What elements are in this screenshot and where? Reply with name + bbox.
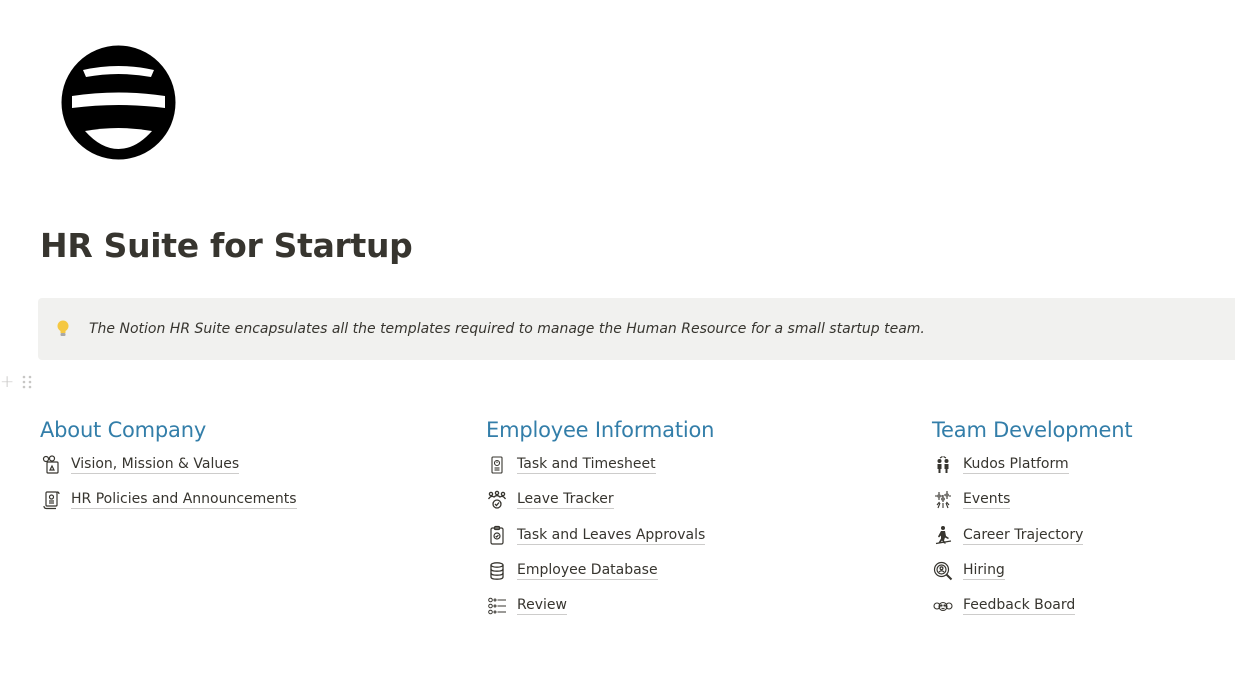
- link-label[interactable]: Hiring: [963, 561, 1005, 581]
- link-label[interactable]: Task and Timesheet: [517, 455, 656, 475]
- link-label[interactable]: Career Trajectory: [963, 526, 1084, 545]
- link-label[interactable]: Feedback Board: [963, 596, 1076, 616]
- plus-icon[interactable]: +: [0, 373, 14, 391]
- link-label[interactable]: HR Policies and Announcements: [71, 490, 297, 510]
- team-check-icon: [486, 489, 508, 511]
- link-employee-database[interactable]: Employee Database: [486, 553, 714, 588]
- link-label[interactable]: Kudos Platform: [963, 455, 1069, 475]
- link-hr-policies[interactable]: HR Policies and Announcements: [40, 482, 297, 517]
- link-label[interactable]: Events: [963, 490, 1011, 510]
- link-leave-tracker[interactable]: Leave Tracker: [486, 482, 714, 517]
- section-team-development: Team Development Kudos Platform Events C…: [932, 418, 1133, 623]
- vision-board-icon: [40, 454, 62, 476]
- link-task-leaves-approvals[interactable]: Task and Leaves Approvals: [486, 518, 714, 553]
- link-vision-mission-values[interactable]: Vision, Mission & Values: [40, 447, 297, 482]
- drag-handle-icon[interactable]: [22, 374, 32, 390]
- link-kudos-platform[interactable]: Kudos Platform: [932, 447, 1132, 482]
- lightbulb-icon: [57, 320, 69, 336]
- feedback-faces-icon: [932, 595, 954, 617]
- climbing-person-icon: [932, 524, 954, 546]
- fireworks-icon: [932, 489, 954, 511]
- striped-globe-icon[interactable]: [61, 45, 176, 160]
- callout-block: The Notion HR Suite encapsulates all the…: [38, 298, 1235, 360]
- link-label[interactable]: Employee Database: [517, 561, 658, 581]
- rating-list-icon: [486, 595, 508, 617]
- section-heading: Employee Information: [486, 418, 715, 442]
- callout-text: The Notion HR Suite encapsulates all the…: [89, 321, 925, 337]
- high-five-icon: [932, 454, 954, 476]
- link-label[interactable]: Leave Tracker: [517, 490, 614, 510]
- section-heading: About Company: [40, 418, 207, 442]
- link-label[interactable]: Review: [517, 596, 567, 616]
- link-review[interactable]: Review: [486, 588, 714, 623]
- block-controls: +: [0, 373, 32, 391]
- link-task-and-timesheet[interactable]: Task and Timesheet: [486, 447, 714, 482]
- page-title: HR Suite for Startup: [40, 226, 413, 265]
- search-person-icon: [932, 560, 954, 582]
- timesheet-icon: [486, 454, 508, 476]
- link-feedback-board[interactable]: Feedback Board: [932, 588, 1132, 623]
- link-career-trajectory[interactable]: Career Trajectory: [932, 518, 1132, 553]
- link-hiring[interactable]: Hiring: [932, 553, 1132, 588]
- link-events[interactable]: Events: [932, 482, 1132, 517]
- link-label[interactable]: Task and Leaves Approvals: [517, 526, 706, 545]
- scroll-document-icon: [40, 489, 62, 511]
- section-about-company: About Company Vision, Mission & Values H…: [40, 418, 297, 518]
- database-icon: [486, 560, 508, 582]
- link-label[interactable]: Vision, Mission & Values: [71, 455, 240, 475]
- section-heading: Team Development: [932, 418, 1133, 442]
- section-employee-information: Employee Information Task and Timesheet …: [486, 418, 714, 623]
- clipboard-check-icon: [486, 524, 508, 546]
